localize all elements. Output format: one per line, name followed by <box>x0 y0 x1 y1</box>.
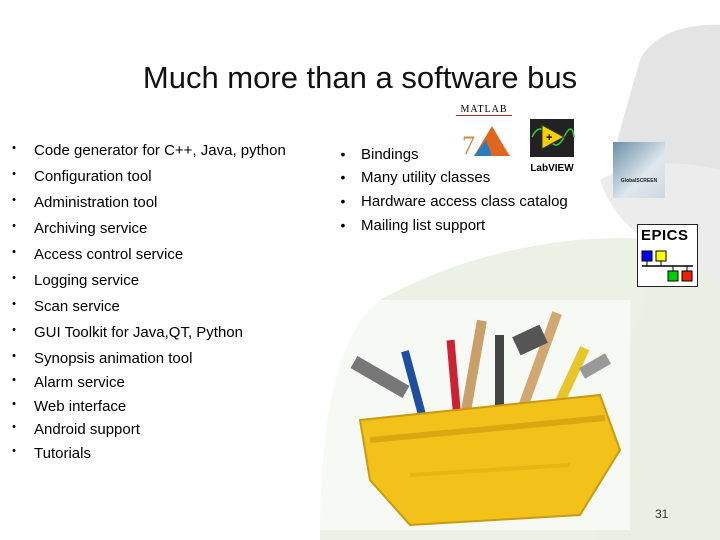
list-item: • Logging service <box>12 272 140 289</box>
list-item: • Web interface <box>12 398 127 415</box>
list-item: • Mailing list support <box>340 217 486 234</box>
svg-text:7: 7 <box>462 131 475 160</box>
list-item: • GUI Toolkit for Java,QT, Python <box>12 324 243 341</box>
labview-logo: + LabVIEW <box>528 117 576 175</box>
matlab-membrane-icon: 7 <box>462 126 510 160</box>
list-item: • Administration tool <box>12 194 158 211</box>
list-item: • Alarm service <box>12 374 125 391</box>
epics-logo: EPICS <box>637 224 698 287</box>
list-item: • Android support <box>12 421 140 438</box>
list-item: • Tutorials <box>12 445 91 462</box>
page-number: 31 <box>655 507 669 521</box>
list-item: • Bindings <box>340 146 419 163</box>
labview-icon: + <box>530 119 575 157</box>
svg-text:+: + <box>546 132 552 144</box>
list-item: • Hardware access class catalog <box>340 193 568 210</box>
list-item: • Scan service <box>12 298 120 315</box>
list-item: • Configuration tool <box>12 168 152 185</box>
list-item: • Synopsis animation tool <box>12 350 193 367</box>
epics-network-icon <box>641 250 693 282</box>
globalscreen-logo: GlobalSCREEN <box>613 142 665 198</box>
list-item: • Many utility classes <box>340 169 491 186</box>
list-item: • Archiving service <box>12 220 148 237</box>
list-item: • Access control service <box>12 246 184 263</box>
matlab-logo: MATLAB 7 <box>456 104 512 162</box>
slide-title: Much more than a software bus <box>142 60 578 95</box>
list-item: • Code generator for C++, Java, python <box>12 142 286 159</box>
toolbox-image <box>320 300 630 530</box>
